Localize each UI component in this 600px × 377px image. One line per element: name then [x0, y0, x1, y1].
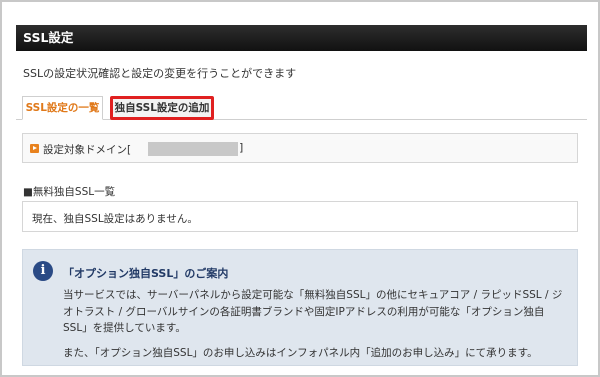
- notice-body: 当サービスでは、サーバーパネルから設定可能な「無料独自SSL」の他にセキュアコア…: [63, 287, 568, 369]
- option-ssl-notice: i 「オプション独自SSL」のご案内 当サービスでは、サーバーパネルから設定可能…: [22, 249, 578, 366]
- domain-row: 設定対象ドメイン[ ]: [22, 133, 578, 163]
- play-square-icon: [30, 144, 39, 153]
- settings-panel: SSL設定 SSLの設定状況確認と設定の変更を行うことができます SSL設定の一…: [0, 0, 600, 377]
- intro-text: SSLの設定状況確認と設定の変更を行うことができます: [23, 67, 297, 80]
- tab-ssl-list[interactable]: SSL設定の一覧: [22, 96, 103, 120]
- info-icon: i: [33, 261, 53, 281]
- notice-paragraph-1: 当サービスでは、サーバーパネルから設定可能な「無料独自SSL」の他にセキュアコア…: [63, 289, 563, 334]
- ssl-list-heading: ■無料独自SSL一覧: [23, 186, 116, 198]
- domain-label: 設定対象ドメイン[: [43, 144, 132, 156]
- domain-value-redacted: [148, 142, 238, 156]
- tab-add-ssl[interactable]: 独自SSL設定の追加: [110, 96, 214, 120]
- domain-close-bracket: ]: [239, 141, 244, 154]
- page-title: SSL設定: [16, 25, 587, 51]
- notice-title: 「オプション独自SSL」のご案内: [63, 267, 229, 280]
- ssl-list-empty-message: 現在、独自SSL設定はありません。: [32, 213, 198, 225]
- notice-paragraph-2: また、「オプション独自SSL」のお申し込みはインフォパネル内「追加のお申し込み」…: [63, 346, 538, 359]
- ssl-list-box: 現在、独自SSL設定はありません。: [22, 201, 578, 232]
